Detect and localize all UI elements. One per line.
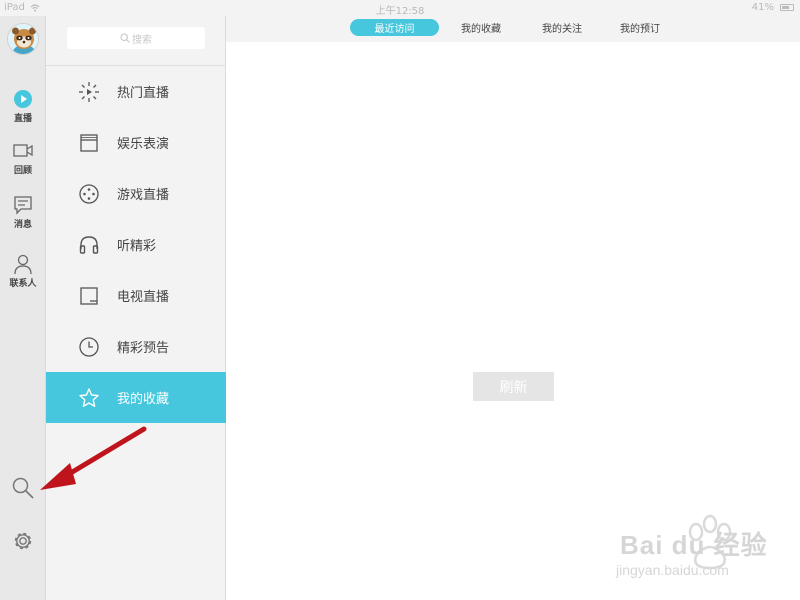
rail-item-label: 消息 [13,220,32,230]
search-field[interactable]: 搜索 [67,27,205,49]
clapperboard-icon [80,133,98,152]
rail-item-label: 回顾 [13,166,32,176]
search-icon [120,33,130,43]
battery-icon [780,4,794,11]
battery-percent: 41% [751,2,774,13]
left-rail: 直播 回顾 消息 联系人 [0,16,46,600]
rail-item-review[interactable]: 回顾 [0,140,46,176]
category-item-favorites[interactable]: 我的收藏 [46,372,226,423]
star-icon [79,387,99,407]
gamepad-icon [79,183,99,204]
burst-play-icon [79,81,99,102]
person-icon [14,254,32,275]
rail-item-live[interactable]: 直播 [0,88,46,124]
search-icon[interactable] [11,476,35,500]
tab-reservations[interactable]: 我的预订 [607,19,673,36]
rail-item-label: 直播 [13,114,32,124]
category-item-label: 游戏直播 [117,188,170,203]
status-bar: iPad 上午12:58 41% [0,0,800,17]
tv-icon [80,286,98,305]
category-item-label: 电视直播 [117,290,170,305]
video-camera-icon [13,144,33,157]
tab-bar: 最近访问 我的收藏 我的关注 我的预订 [226,16,800,42]
category-item-label: 听精彩 [117,239,157,254]
category-item-listen[interactable]: 听精彩 [46,219,226,270]
rail-item-label: 联系人 [9,279,37,289]
tab-recent[interactable]: 最近访问 [350,19,439,36]
category-item-hot-live[interactable]: 热门直播 [46,66,226,117]
tab-favorites[interactable]: 我的收藏 [448,19,514,36]
category-item-preview[interactable]: 精彩预告 [46,321,226,372]
headphones-icon [79,235,99,254]
gear-icon[interactable] [11,529,35,553]
search-placeholder: 搜索 [132,34,152,46]
refresh-button[interactable]: 刷新 [473,372,554,401]
category-item-tv-live[interactable]: 电视直播 [46,270,226,321]
avatar[interactable] [7,23,39,55]
raccoon-avatar-icon [8,24,38,54]
clock-icon [79,336,99,357]
category-item-label: 热门直播 [117,86,170,101]
rail-item-messages[interactable]: 消息 [0,194,46,230]
category-item-game-live[interactable]: 游戏直播 [46,168,226,219]
watermark-url: jingyan.baidu.com [616,562,729,578]
category-item-entertainment[interactable]: 娱乐表演 [46,117,226,168]
tab-following[interactable]: 我的关注 [529,19,595,36]
rail-item-contacts[interactable]: 联系人 [0,253,46,289]
message-icon [14,196,32,215]
category-item-label: 我的收藏 [117,392,170,407]
play-circle-icon [14,90,32,108]
category-item-label: 娱乐表演 [117,137,170,152]
category-item-label: 精彩预告 [117,341,170,356]
watermark-text: Bai du 经验 [620,530,768,560]
status-time: 上午12:58 [375,6,425,17]
category-panel: 搜索 热门直播 娱乐表演 游戏直播 听精彩 电视直播 精彩预告 我的收藏 [46,16,226,600]
